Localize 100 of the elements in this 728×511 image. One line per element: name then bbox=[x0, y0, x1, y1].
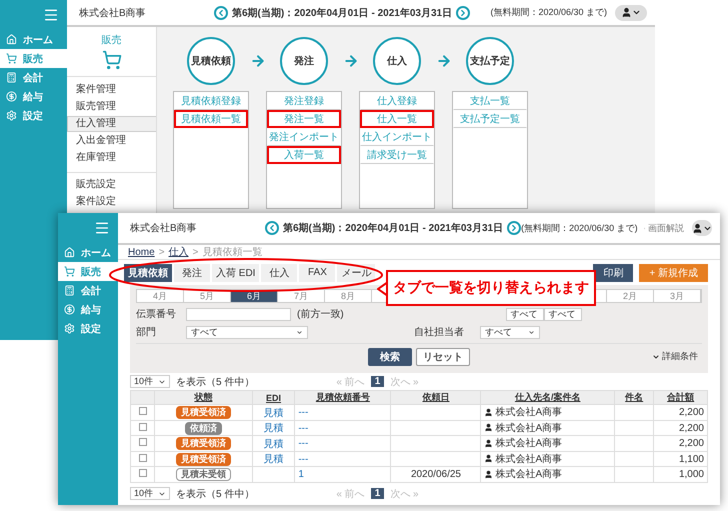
user-menu-button[interactable] bbox=[615, 4, 647, 20]
column-header[interactable]: 仕入先名/案件名 bbox=[480, 390, 614, 405]
status-tag: 見積未受領 bbox=[176, 468, 231, 482]
status-tag: 見積受領済 bbox=[176, 452, 231, 466]
table-cell: 2020/06/25 bbox=[410, 469, 461, 480]
status-tag: 依頼済 bbox=[184, 422, 222, 435]
menu-link[interactable]: 請求受け一覧 bbox=[360, 146, 434, 164]
status-toggle[interactable]: すべて bbox=[506, 308, 544, 321]
slip-number-field[interactable] bbox=[186, 308, 291, 321]
advanced-toggle[interactable]: 詳細条件 bbox=[652, 350, 698, 364]
column-header[interactable]: 合計額 bbox=[654, 390, 708, 405]
number-link[interactable]: --- bbox=[298, 438, 308, 450]
number-link[interactable]: 1 bbox=[298, 469, 304, 480]
number-link[interactable]: --- bbox=[298, 422, 308, 434]
menu-link[interactable]: 入荷一覧 bbox=[267, 146, 341, 164]
page-button[interactable]: 1 bbox=[370, 376, 384, 388]
menu-icon[interactable] bbox=[94, 220, 110, 236]
breadcrumb-link[interactable]: Home bbox=[128, 246, 155, 258]
arrow-icon bbox=[250, 53, 266, 69]
cart-icon bbox=[6, 53, 17, 64]
settings-icon bbox=[64, 323, 75, 334]
cart-icon bbox=[64, 266, 75, 277]
step-circle: 見積依頼 bbox=[187, 37, 235, 85]
side-menu-item[interactable]: 入出金管理 bbox=[67, 133, 156, 149]
field-label: 部門 bbox=[136, 326, 157, 340]
nav-item[interactable]: ホーム bbox=[0, 30, 67, 49]
staff-select[interactable]: すべて bbox=[480, 326, 540, 339]
row-checkbox[interactable] bbox=[138, 422, 146, 431]
trial-period: (無料期間：2020/06/30 まで) bbox=[521, 222, 638, 234]
department-select[interactable]: すべて bbox=[186, 326, 308, 339]
previous-icon[interactable] bbox=[214, 6, 228, 20]
tab[interactable]: 発注 bbox=[174, 264, 210, 282]
page-button[interactable]: 1 bbox=[370, 488, 384, 500]
menu-link[interactable]: 見積依頼一覧 bbox=[174, 110, 248, 128]
field-label: 自社担当者 bbox=[414, 326, 465, 340]
tab[interactable]: 入荷 EDI bbox=[212, 264, 260, 282]
next-icon[interactable] bbox=[456, 6, 470, 20]
column-header[interactable]: 状態 bbox=[154, 390, 252, 405]
nav-item[interactable]: 販売 bbox=[0, 49, 67, 68]
help-link[interactable]: 画面解説 bbox=[648, 222, 684, 234]
result-count: を表示（5 件中） bbox=[176, 376, 254, 389]
number-link[interactable]: --- bbox=[298, 454, 308, 465]
person-icon bbox=[484, 408, 494, 417]
user-icon bbox=[621, 7, 632, 18]
number-link[interactable]: --- bbox=[298, 407, 308, 418]
status-toggle[interactable]: すべて bbox=[544, 308, 582, 321]
previous-icon[interactable] bbox=[265, 221, 279, 235]
row-checkbox[interactable] bbox=[138, 454, 146, 462]
supplier-name: 株式会社A商事 bbox=[495, 422, 562, 435]
nav-item[interactable]: 給与 bbox=[0, 87, 67, 106]
tab[interactable]: FAX bbox=[299, 264, 336, 282]
supplier-name: 株式会社A商事 bbox=[495, 406, 562, 420]
menu-link[interactable]: 見積依頼登録 bbox=[174, 92, 248, 110]
side-menu-item[interactable]: 案件管理 bbox=[67, 82, 156, 98]
side-menu-item[interactable]: 案件設定 bbox=[67, 194, 156, 210]
side-menu-item[interactable]: 販売設定 bbox=[67, 177, 156, 193]
menu-link[interactable]: 発注インポート bbox=[267, 128, 341, 146]
menu-icon[interactable] bbox=[43, 7, 59, 23]
calculator-icon bbox=[6, 72, 17, 83]
tab[interactable]: 見積依頼 bbox=[124, 264, 172, 282]
search-button[interactable]: 検索 bbox=[368, 348, 412, 366]
status-tag: 見積受領済 bbox=[176, 437, 231, 450]
nav-item[interactable]: 販売 bbox=[58, 262, 118, 281]
print-button[interactable]: 印刷 bbox=[593, 264, 634, 282]
nav-item[interactable]: 設定 bbox=[58, 319, 118, 338]
column-header[interactable]: 件名 bbox=[614, 390, 654, 405]
per-page-select[interactable]: 10件 bbox=[130, 487, 170, 500]
tab[interactable]: 仕入 bbox=[261, 264, 298, 282]
user-menu-button[interactable] bbox=[692, 220, 712, 236]
menu-link[interactable]: 仕入インポート bbox=[360, 128, 434, 146]
column-header[interactable]: 見積依頼番号 bbox=[294, 390, 391, 405]
side-menu-item[interactable]: 仕入管理 bbox=[67, 116, 156, 132]
per-page-select[interactable]: 10件 bbox=[130, 375, 170, 388]
menu-link[interactable]: 発注登録 bbox=[267, 92, 341, 110]
menu-link[interactable]: 支払一覧 bbox=[453, 92, 527, 110]
nav-item[interactable]: 会計 bbox=[58, 281, 118, 300]
row-checkbox[interactable] bbox=[138, 469, 146, 478]
row-checkbox[interactable] bbox=[138, 438, 146, 446]
next-icon[interactable] bbox=[507, 221, 522, 235]
side-menu-item[interactable]: 在庫管理 bbox=[67, 150, 156, 166]
row-checkbox[interactable] bbox=[138, 407, 146, 416]
step-circle: 仕入 bbox=[373, 37, 421, 85]
reset-button[interactable]: リセット bbox=[416, 348, 470, 366]
user-icon bbox=[692, 222, 703, 234]
column-header[interactable]: 依頼日 bbox=[390, 390, 481, 405]
nav-item[interactable]: ホーム bbox=[58, 243, 118, 262]
arrow-icon bbox=[342, 53, 358, 69]
table-cell: 2,200 bbox=[678, 438, 704, 450]
nav-item[interactable]: 会計 bbox=[0, 68, 67, 87]
column-header[interactable]: EDI bbox=[252, 390, 295, 405]
menu-link[interactable]: 仕入登録 bbox=[360, 92, 434, 110]
nav-item[interactable]: 設定 bbox=[0, 106, 67, 125]
breadcrumb-link[interactable]: 仕入 bbox=[168, 245, 189, 259]
menu-link[interactable]: 仕入一覧 bbox=[360, 110, 434, 128]
step-circle: 発注 bbox=[280, 37, 328, 85]
menu-link[interactable]: 支払予定一覧 bbox=[453, 110, 527, 128]
side-menu-item[interactable]: 販売管理 bbox=[67, 99, 156, 115]
menu-link[interactable]: 発注一覧 bbox=[267, 110, 341, 128]
create-button[interactable]: + 新規作成 bbox=[639, 264, 708, 282]
nav-item[interactable]: 給与 bbox=[58, 300, 118, 319]
